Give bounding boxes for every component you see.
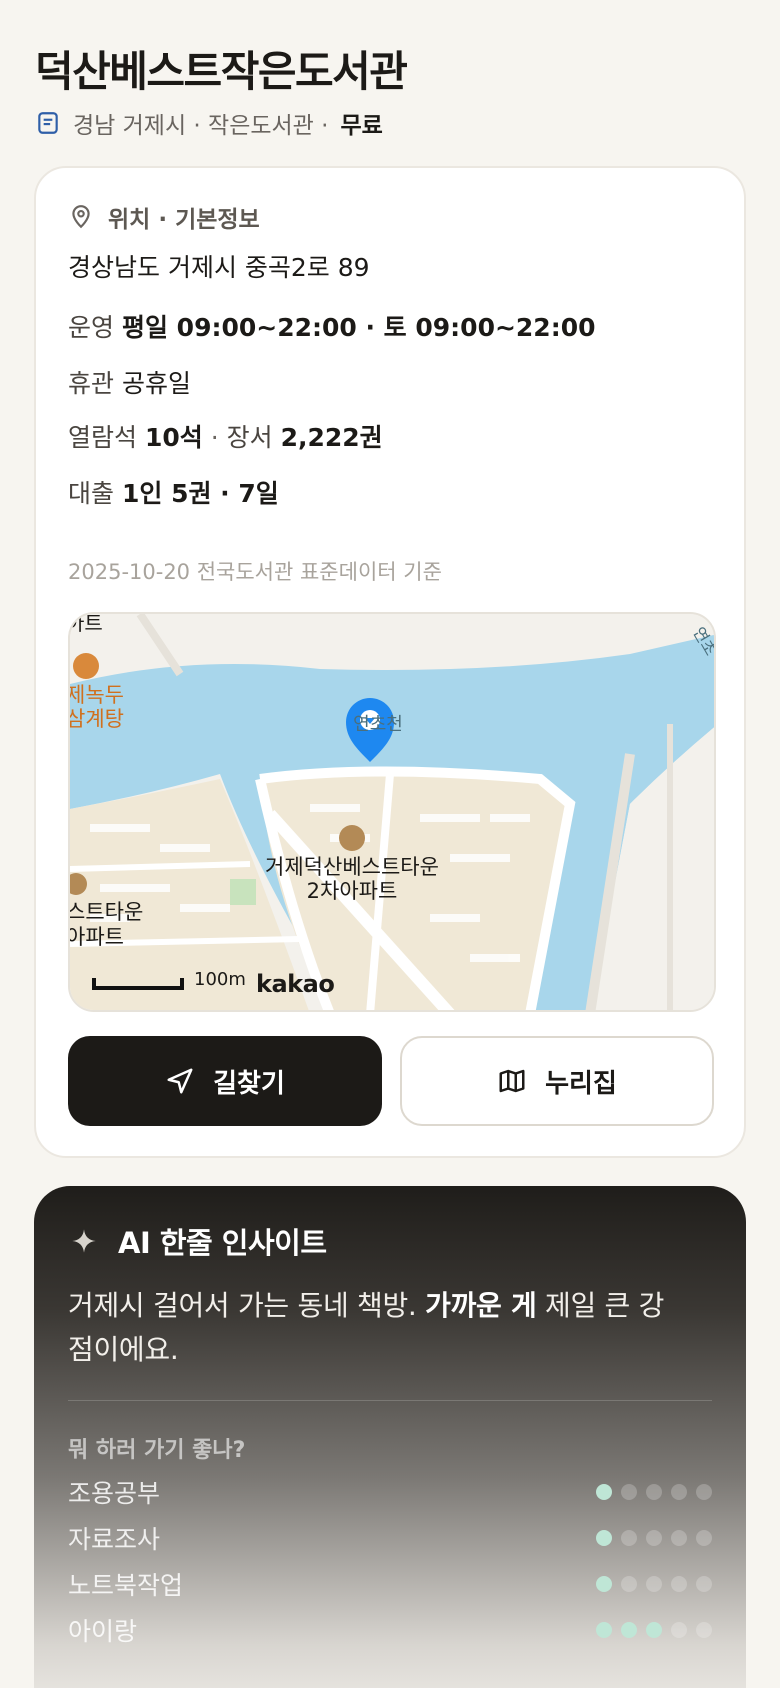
map-scale: 100m [92, 969, 246, 990]
activity-label: 노트북작업 [68, 1571, 184, 1600]
map-label-apt-left-2: 아파트 [70, 925, 124, 949]
hours: 운영 평일 09:00~22:00 · 토 09:00~22:00 [68, 313, 596, 342]
directions-button[interactable]: 길찾기 [68, 1036, 382, 1126]
score-dot [646, 1530, 662, 1546]
activity-row: 조용공부 [68, 1474, 712, 1510]
closed-days: 휴관 공휴일 [68, 369, 191, 398]
score-dot [621, 1622, 637, 1638]
activity-label: 자료조사 [68, 1525, 161, 1554]
map-label-restaurant: 제녹두 [70, 683, 124, 707]
map-label-apt-left: 스트타운 [70, 900, 143, 924]
score-dot [671, 1484, 687, 1500]
activity-label: 조용공부 [68, 1479, 161, 1508]
score-dot [696, 1576, 712, 1592]
loan-policy: 대출 1인 5권 · 7일 [68, 479, 279, 508]
activity-score [587, 1576, 712, 1592]
map-label-river: 연초천 [353, 714, 403, 735]
activity-score [587, 1622, 712, 1638]
score-dot [596, 1530, 612, 1546]
score-dot [646, 1484, 662, 1500]
address: 경상남도 거제시 중곡2로 89 [68, 253, 370, 282]
activity-score [587, 1484, 712, 1500]
location-pin-icon [72, 205, 90, 229]
score-dot [621, 1530, 637, 1546]
map-canvas: 연초천 연초 거제덕산베스트타운 2차아파트 스트타운 아파트 제녹두 삼계탕 … [70, 614, 714, 1010]
map-label-restaurant-2: 삼계탕 [70, 707, 124, 731]
sparkle-icon [72, 1229, 96, 1253]
seats-books: 열람석 10석 · 장서 2,222권 [68, 423, 383, 452]
data-source-date: 2025-10-20 전국도서관 표준데이터 기준 [68, 560, 442, 584]
navigation-arrow-icon [167, 1068, 193, 1094]
activity-row: 노트북작업 [68, 1566, 712, 1602]
score-dot [671, 1576, 687, 1592]
kakao-logo: kakao [256, 970, 335, 998]
ai-insight-card: AI 한줄 인사이트 거제시 걸어서 가는 동네 책방. 가까운 게 제일 큰 … [34, 1186, 746, 1688]
score-dot [696, 1530, 712, 1546]
website-button[interactable]: 누리집 [400, 1036, 714, 1126]
region-type: 경남 거제시 · 작은도서관 · [73, 113, 329, 139]
score-dot [696, 1622, 712, 1638]
info-header: 위치 · 기본정보 [68, 200, 260, 234]
map-label-top-left: 아트 [70, 614, 103, 635]
score-dot [671, 1622, 687, 1638]
score-dot [596, 1622, 612, 1638]
ai-summary: 거제시 걸어서 가는 동네 책방. 가까운 게 제일 큰 강점이에요. [68, 1289, 665, 1366]
score-dot [646, 1622, 662, 1638]
library-meta: 경남 거제시 · 작은도서관 · 무료 [35, 106, 383, 140]
ai-header: AI 한줄 인사이트 [70, 1220, 327, 1262]
activity-question: 뭐 하러 가기 좋나? [68, 1438, 246, 1463]
document-icon [38, 112, 58, 134]
map-view[interactable]: 연초천 연초 거제덕산베스트타운 2차아파트 스트타운 아파트 제녹두 삼계탕 … [68, 612, 716, 1012]
score-dot [596, 1484, 612, 1500]
score-dot [621, 1484, 637, 1500]
page-title: 덕산베스트작은도서관 [35, 47, 408, 96]
map-icon [499, 1069, 525, 1093]
info-card: 위치 · 기본정보 경상남도 거제시 중곡2로 89 운영 평일 09:00~2… [34, 166, 746, 1158]
score-dot [646, 1576, 662, 1592]
fee-badge: 무료 [340, 113, 383, 139]
activity-row: 자료조사 [68, 1520, 712, 1556]
score-dot [671, 1530, 687, 1546]
activity-score [587, 1530, 712, 1546]
divider [68, 1400, 712, 1401]
score-dot [621, 1576, 637, 1592]
score-dot [696, 1484, 712, 1500]
map-label-apt-main-2: 2차아파트 [307, 879, 398, 903]
map-label-apt-main: 거제덕산베스트타운 [265, 855, 439, 879]
activity-label: 아이랑 [68, 1617, 138, 1646]
score-dot [596, 1576, 612, 1592]
activity-row: 아이랑 [68, 1612, 712, 1648]
